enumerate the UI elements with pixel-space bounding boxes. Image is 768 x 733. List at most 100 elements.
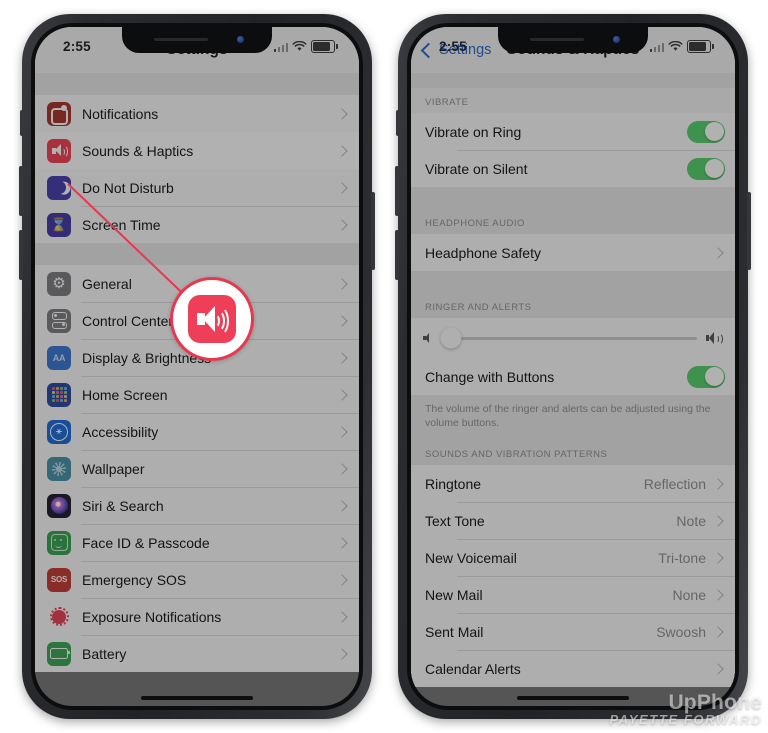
signal-bars-icon (649, 42, 664, 52)
settings-row-headphone-safety[interactable]: Headphone Safety (411, 234, 735, 271)
section-header-sounds-vibration-patterns: SOUNDS AND VIBRATION PATTERNS (411, 440, 735, 466)
row-label: Vibrate on Silent (425, 160, 528, 177)
sounds-haptics-icon (47, 138, 71, 163)
row-value: Reflection (643, 475, 706, 492)
status-indicators (273, 34, 340, 53)
row-label: Headphone Safety (425, 244, 541, 261)
list-gap (411, 187, 735, 209)
section-header-ringer-alerts: RINGER AND ALERTS (411, 293, 735, 318)
row-label: General (82, 275, 132, 292)
chevron-right-icon (712, 478, 724, 490)
row-label: Vibrate on Ring (425, 123, 522, 140)
chevron-right-icon (336, 647, 348, 660)
settings-row-new-mail[interactable]: New Mail None (411, 576, 735, 614)
row-label: Wallpaper (82, 460, 145, 477)
list-gap (411, 271, 735, 293)
vibrate-on-ring-toggle[interactable] (687, 120, 725, 143)
row-label: Accessibility (82, 423, 159, 440)
mute-switch[interactable] (20, 110, 24, 136)
settings-row-control-center[interactable]: Control Center (35, 302, 359, 339)
phone-bezel: 2:55 Settings Sounds & Haptics (407, 23, 739, 710)
chevron-right-icon (336, 181, 348, 194)
settings-row-sent-mail[interactable]: Sent Mail Swoosh (411, 613, 735, 651)
row-label: Battery (82, 645, 127, 662)
slider-knob[interactable] (440, 327, 462, 349)
settings-row-sounds-haptics[interactable]: Sounds & Haptics (35, 132, 359, 169)
section-header-headphone-audio: HEADPHONE AUDIO (411, 209, 735, 234)
do-not-disturb-icon (47, 175, 71, 200)
chevron-right-icon (336, 144, 348, 157)
row-label: Emergency SOS (82, 571, 187, 588)
change-with-buttons-toggle[interactable] (687, 365, 725, 388)
settings-row-face-id[interactable]: Face ID & Passcode (35, 524, 359, 561)
settings-row-general[interactable]: ⚙ General (35, 265, 359, 302)
general-icon: ⚙ (47, 271, 71, 296)
power-button[interactable] (747, 192, 751, 270)
row-label: Siri & Search (82, 497, 164, 514)
settings-row-screen-time[interactable]: ⌛ Screen Time (35, 206, 359, 243)
speaker-high-icon (706, 332, 723, 346)
speaker-low-icon (423, 333, 434, 343)
face-id-icon (47, 530, 71, 555)
row-value: Tri-tone (658, 549, 706, 566)
notifications-icon (47, 101, 71, 126)
wifi-icon (292, 41, 307, 51)
row-label: Sent Mail (425, 623, 484, 640)
ringer-volume-slider-row[interactable] (411, 318, 735, 358)
row-label: Ringtone (425, 475, 482, 492)
settings-row-wallpaper[interactable]: Wallpaper (35, 450, 359, 487)
volume-up-button[interactable] (19, 166, 23, 216)
status-time: 2:55 (439, 39, 467, 54)
settings-row-notifications[interactable]: Notifications (35, 95, 359, 132)
signal-bars-icon (273, 42, 288, 52)
volume-down-button[interactable] (395, 230, 399, 280)
settings-row-emergency-sos[interactable]: SOS Emergency SOS (35, 561, 359, 598)
settings-row-text-tone[interactable]: Text Tone Note (411, 502, 735, 540)
screen-time-icon: ⌛ (47, 212, 71, 237)
left-phone-settings-screen: 2:55 Settings Notific (19, 14, 375, 719)
siri-search-icon (47, 493, 71, 518)
settings-row-vibrate-on-ring[interactable]: Vibrate on Ring (411, 113, 735, 150)
home-indicator[interactable] (517, 695, 629, 700)
settings-row-battery[interactable]: Battery (35, 635, 359, 672)
row-label: Change with Buttons (425, 368, 555, 385)
home-indicator[interactable] (141, 695, 253, 700)
vibrate-on-silent-toggle[interactable] (687, 157, 725, 180)
list-gap (35, 243, 359, 265)
row-label: Screen Time (82, 216, 161, 233)
settings-row-calendar-alerts[interactable]: Calendar Alerts (411, 650, 735, 688)
settings-row-vibrate-on-silent[interactable]: Vibrate on Silent (411, 150, 735, 187)
row-label: Exposure Notifications (82, 608, 222, 625)
settings-list: Notifications Sounds & Haptics Do Not Di… (35, 73, 359, 672)
phone-screen: 2:55 Settings Notific (35, 27, 359, 706)
settings-row-home-screen[interactable]: Home Screen (35, 376, 359, 413)
settings-row-new-voicemail[interactable]: New Voicemail Tri-tone (411, 539, 735, 577)
ringer-volume-slider[interactable] (440, 327, 697, 349)
mute-switch[interactable] (396, 110, 400, 136)
settings-row-do-not-disturb[interactable]: Do Not Disturb (35, 169, 359, 206)
row-label: Home Screen (82, 386, 168, 403)
settings-row-ringtone[interactable]: Ringtone Reflection (411, 465, 735, 503)
settings-row-change-with-buttons[interactable]: Change with Buttons (411, 358, 735, 395)
settings-row-siri-search[interactable]: Siri & Search (35, 487, 359, 524)
section-header-vibrate: VIBRATE (411, 88, 735, 113)
row-value: Swoosh (656, 623, 706, 640)
row-value: None (672, 586, 706, 603)
volume-up-button[interactable] (395, 166, 399, 216)
power-button[interactable] (371, 192, 375, 270)
row-label: Notifications (82, 105, 159, 122)
list-gap (411, 73, 735, 88)
chevron-right-icon (336, 388, 348, 401)
row-label: Calendar Alerts (425, 660, 521, 677)
row-label: Sounds & Haptics (82, 142, 194, 159)
chevron-right-icon (336, 107, 348, 120)
chevron-right-icon (712, 663, 724, 675)
row-value: Note (676, 512, 706, 529)
settings-row-display-brightness[interactable]: AA Display & Brightness (35, 339, 359, 376)
settings-row-exposure-notifications[interactable]: Exposure Notifications (35, 598, 359, 635)
emergency-sos-icon: SOS (47, 567, 71, 592)
volume-down-button[interactable] (19, 230, 23, 280)
list-gap (35, 73, 359, 95)
front-camera-icon (613, 36, 620, 43)
settings-row-accessibility[interactable]: ⚹ Accessibility (35, 413, 359, 450)
